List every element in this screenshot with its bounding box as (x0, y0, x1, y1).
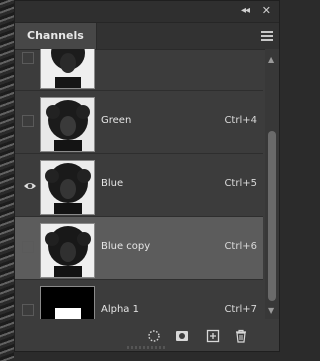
channel-shortcut: Ctrl+7 (224, 304, 257, 315)
visibility-toggle[interactable] (22, 304, 34, 316)
resize-grip[interactable] (127, 346, 167, 349)
visibility-toggle[interactable] (22, 52, 34, 64)
channel-name: Blue copy (101, 241, 151, 252)
channel-thumbnail (40, 49, 95, 89)
channel-row-green[interactable]: Green Ctrl+4 (15, 91, 263, 154)
close-icon[interactable]: ✕ (262, 4, 271, 17)
panel-title-bar: ◂◂ ✕ (15, 1, 279, 23)
channel-shortcut: Ctrl+6 (224, 241, 257, 252)
panel-menu-icon[interactable] (261, 31, 273, 41)
scroll-up-icon[interactable]: ▲ (268, 55, 274, 64)
channel-name: Blue (101, 178, 124, 189)
collapse-panel-icon[interactable]: ◂◂ (241, 5, 250, 16)
channel-thumbnail (40, 223, 95, 278)
panel-tab-row: Channels (15, 23, 279, 50)
channel-row-blue[interactable]: Blue Ctrl+5 (15, 154, 263, 217)
mask-icon[interactable] (175, 329, 189, 343)
new-channel-icon[interactable] (206, 329, 220, 343)
channel-row-alpha-1[interactable]: Alpha 1 Ctrl+7 (15, 280, 263, 319)
trash-icon[interactable] (234, 329, 248, 343)
visibility-toggle[interactable] (22, 115, 34, 127)
channel-thumbnail (40, 286, 95, 319)
channel-thumbnail (40, 97, 95, 152)
panel-footer-toolbar (15, 321, 279, 351)
tab-channels[interactable]: Channels (15, 23, 97, 49)
visibility-toggle[interactable] (22, 241, 34, 253)
channel-list: Green Ctrl+4 Blue Ctrl+5 Blue copy Ctrl+… (15, 49, 263, 319)
scroll-thumb[interactable] (268, 131, 276, 301)
dotted-circle-icon[interactable] (147, 329, 161, 343)
scroll-down-icon[interactable]: ▼ (268, 306, 274, 315)
channel-name: Green (101, 115, 132, 126)
eye-icon[interactable] (23, 179, 37, 193)
channel-shortcut: Ctrl+5 (224, 178, 257, 189)
channel-row-top-partial[interactable] (15, 49, 263, 91)
channels-panel: ◂◂ ✕ Channels Green Ctrl+4 Blue Ctrl+5 B… (14, 0, 280, 352)
list-scrollbar[interactable]: ▲ ▼ (265, 49, 279, 319)
channel-name: Alpha 1 (101, 304, 139, 315)
channel-thumbnail (40, 160, 95, 215)
channel-row-blue-copy[interactable]: Blue copy Ctrl+6 (15, 217, 263, 280)
channel-shortcut: Ctrl+4 (224, 115, 257, 126)
background-photo (0, 0, 14, 361)
